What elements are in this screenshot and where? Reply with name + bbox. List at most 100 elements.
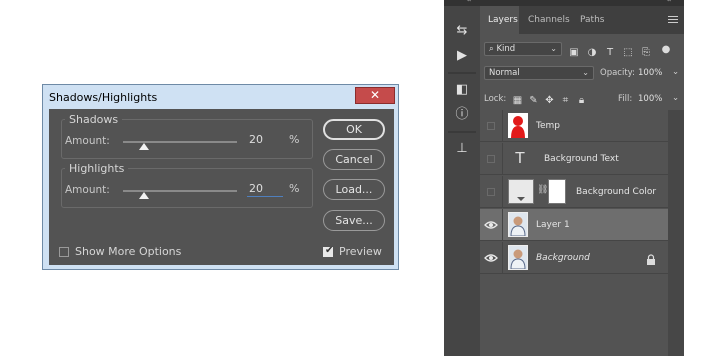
lock-image-icon[interactable]: ✎ — [528, 95, 539, 106]
blend-mode-value: Normal — [489, 68, 520, 78]
load-button[interactable]: Load... — [323, 179, 385, 200]
cancel-button[interactable]: Cancel — [323, 149, 385, 170]
panel-scrollbar[interactable] — [668, 110, 684, 356]
type-filter-icon[interactable]: T — [604, 47, 616, 59]
layers-panel: Layers Channels Paths ⌕ Kind ⌄ ▣ ◑ T ⬚ ⎘… — [480, 6, 684, 356]
layer-name: Background — [536, 253, 590, 263]
preview-checkbox[interactable]: ✔ — [323, 245, 334, 257]
row-divider — [502, 209, 503, 241]
layer-row-background-text[interactable]: T Background Text — [480, 143, 668, 175]
row-divider — [502, 110, 503, 142]
search-icon: ⌕ — [489, 44, 494, 54]
layer-row-temp[interactable]: Temp — [480, 110, 668, 142]
filter-kind-value: Kind — [496, 44, 516, 54]
layer-name: Layer 1 — [536, 220, 570, 230]
filter-kind-select[interactable]: ⌕ Kind ⌄ — [484, 42, 562, 56]
highlights-amount-label: Amount: — [65, 184, 110, 196]
opacity-value[interactable]: 100% — [638, 68, 662, 78]
panel-tabs: Layers Channels Paths — [480, 6, 684, 34]
adjust-icon[interactable]: ◧ — [452, 81, 472, 99]
row-divider — [502, 143, 503, 175]
ok-button[interactable]: OK — [323, 119, 385, 140]
lock-icon[interactable] — [646, 251, 656, 265]
photoshop-panels: « « ⇆ ▶ ◧ ⓘ ⊥ Layers Channels Paths ⌕ Ki… — [444, 0, 684, 356]
dialog-body: Shadows Amount: 20 % Highlights Amount: … — [49, 109, 394, 265]
visibility-toggle[interactable] — [487, 155, 495, 163]
collapse-icon[interactable]: « — [466, 0, 472, 5]
collapse-icon-right[interactable]: « — [666, 0, 672, 5]
panel-dock-column: ⇆ ▶ ◧ ⓘ ⊥ — [444, 6, 480, 356]
shape-filter-icon[interactable]: ⬚ — [622, 47, 634, 59]
lock-all-icon[interactable]: 🔒︎ — [576, 95, 587, 106]
highlights-amount-field[interactable]: 20 — [249, 182, 289, 195]
layer-thumbnail — [508, 245, 528, 270]
layer-thumbnail — [508, 212, 528, 237]
lock-label: Lock: — [484, 94, 507, 104]
panel-menu-icon[interactable] — [668, 16, 678, 25]
layer-row-layer-1[interactable]: Layer 1 — [480, 209, 668, 241]
lock-position-icon[interactable]: ✥ — [544, 95, 555, 106]
fill-indicator-icon — [517, 197, 525, 201]
dialog-title: Shadows/Highlights — [49, 91, 158, 104]
mask-thumbnail[interactable] — [548, 179, 566, 204]
pixel-filter-icon[interactable]: ▣ — [568, 47, 580, 59]
lock-artboard-icon[interactable]: ⌗ — [560, 95, 571, 106]
play-icon[interactable]: ▶ — [452, 47, 472, 65]
tool-separator — [448, 131, 476, 133]
fill-thumbnail — [508, 179, 534, 204]
lock-transparent-icon[interactable]: ▦ — [512, 95, 523, 106]
highlights-percent: % — [289, 182, 300, 195]
red-silhouette-icon — [511, 116, 525, 138]
layer-row-background[interactable]: Background — [480, 242, 668, 274]
info-icon[interactable]: ⓘ — [452, 106, 472, 124]
layer-thumbnail — [508, 113, 528, 138]
history-icon[interactable]: ⇆ — [452, 22, 472, 40]
clone-source-icon[interactable]: ⊥ — [452, 140, 472, 158]
layers-list: Temp T Background Text ⛓ Background Colo… — [480, 110, 668, 280]
blend-mode-select[interactable]: Normal ⌄ — [484, 66, 594, 80]
filter-toggle-icon[interactable]: ● — [660, 44, 672, 56]
text-layer-icon: T — [515, 149, 525, 167]
highlights-title: Highlights — [65, 162, 129, 175]
preview-label: Preview — [339, 245, 382, 258]
person-photo-icon — [510, 249, 526, 270]
layer-row-background-color[interactable]: ⛓ Background Color — [480, 176, 668, 208]
fill-label: Fill: — [618, 94, 633, 104]
highlights-field-focus-line — [247, 196, 283, 197]
visibility-toggle[interactable] — [487, 122, 495, 130]
row-divider — [502, 242, 503, 274]
person-photo-icon — [510, 216, 526, 237]
opacity-chevron-icon[interactable]: ⌄ — [672, 67, 679, 77]
tab-layers[interactable]: Layers — [488, 15, 518, 25]
shadows-title: Shadows — [65, 113, 123, 126]
shadows-amount-label: Amount: — [65, 135, 110, 147]
link-icon[interactable]: ⛓ — [537, 185, 548, 195]
checkmark-icon: ✔ — [325, 245, 334, 256]
close-button[interactable]: ✕ — [355, 87, 395, 104]
fill-chevron-icon[interactable]: ⌄ — [672, 93, 679, 103]
opacity-label: Opacity: — [600, 68, 635, 78]
eye-icon[interactable] — [484, 219, 498, 231]
adjustment-filter-icon[interactable]: ◑ — [586, 47, 598, 59]
show-more-options-checkbox[interactable] — [59, 247, 69, 257]
shadows-amount-field[interactable]: 20 — [249, 133, 289, 146]
layer-name: Background Text — [544, 154, 619, 164]
layer-name: Temp — [536, 121, 560, 131]
visibility-toggle[interactable] — [487, 188, 495, 196]
chevron-down-icon: ⌄ — [582, 68, 589, 77]
shadows-highlights-dialog: Shadows/Highlights ✕ Shadows Amount: 20 … — [42, 84, 399, 270]
tool-separator — [448, 72, 476, 74]
layer-name: Background Color — [576, 187, 657, 197]
shadows-slider-thumb[interactable] — [139, 143, 149, 150]
tab-channels[interactable]: Channels — [528, 15, 570, 25]
highlights-slider-thumb[interactable] — [139, 192, 149, 199]
eye-icon[interactable] — [484, 252, 498, 264]
lock-icon-svg — [647, 254, 655, 265]
tab-paths[interactable]: Paths — [580, 15, 604, 25]
shadows-percent: % — [289, 133, 300, 146]
save-button[interactable]: Save... — [323, 210, 385, 231]
smart-object-filter-icon[interactable]: ⎘ — [640, 47, 652, 59]
chevron-down-icon: ⌄ — [550, 44, 557, 53]
fill-value[interactable]: 100% — [638, 94, 662, 104]
show-more-options-label: Show More Options — [75, 245, 182, 258]
